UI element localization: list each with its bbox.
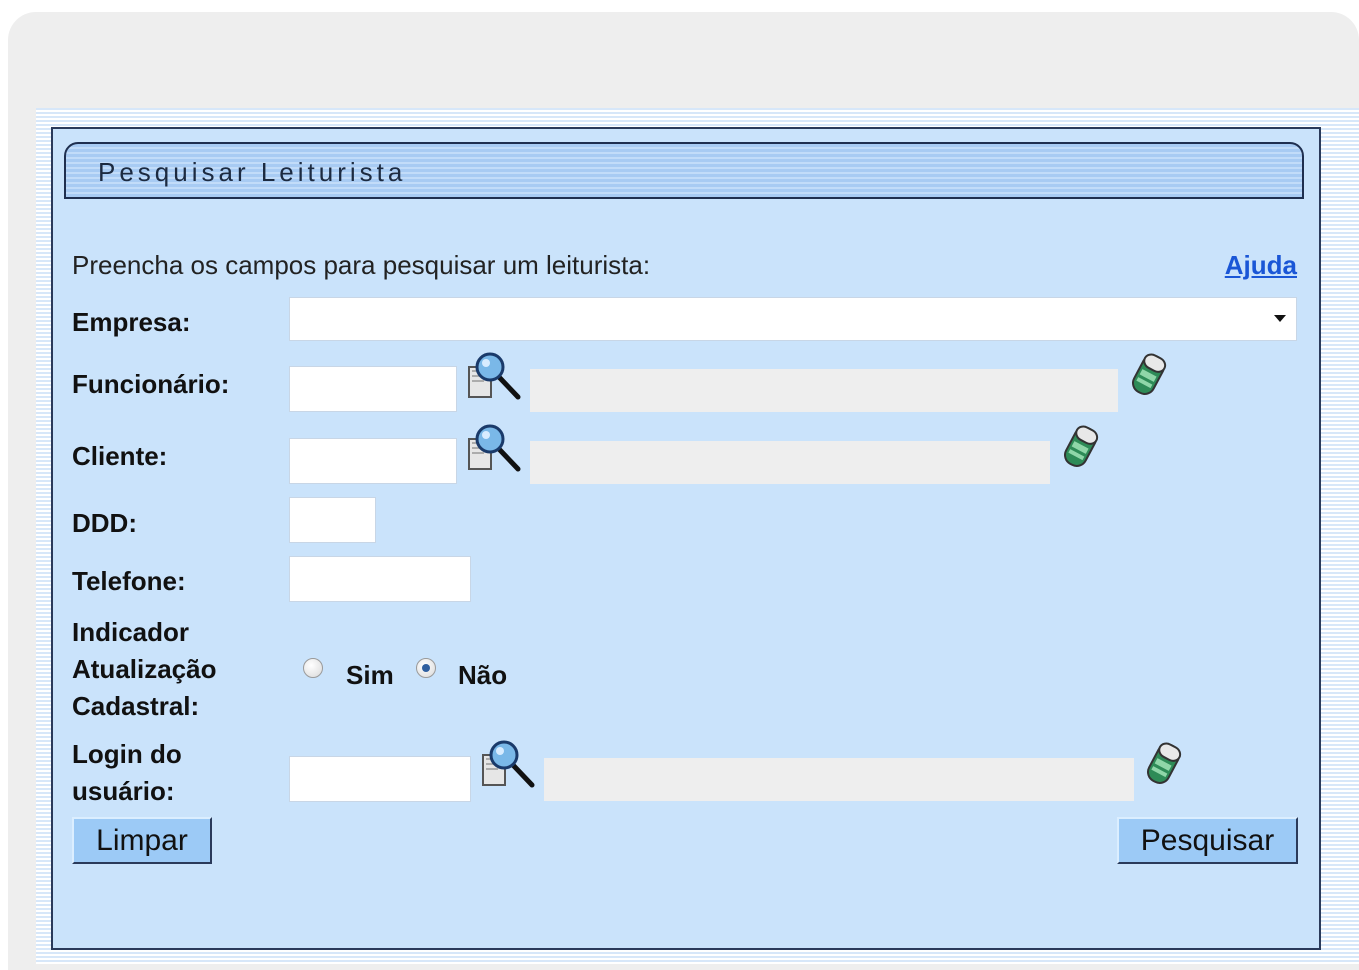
ddd-label: DDD: [72, 508, 137, 538]
form-title-bar: Pesquisar Leiturista [64, 142, 1304, 199]
radio-nao[interactable] [416, 658, 436, 678]
magnifier-search-icon[interactable] [480, 739, 538, 789]
instructions-text: Preencha os campos para pesquisar um lei… [72, 250, 651, 280]
chevron-down-icon [1274, 315, 1286, 322]
clear-button[interactable]: Limpar [72, 817, 212, 864]
radio-sim-label: Sim [346, 660, 394, 690]
login-description [544, 758, 1134, 801]
cliente-label: Cliente: [72, 441, 168, 471]
help-link[interactable]: Ajuda [1225, 250, 1297, 281]
eraser-icon[interactable] [1058, 423, 1104, 473]
funcionario-label: Funcionário: [72, 369, 230, 399]
empresa-label: Empresa: [72, 307, 191, 337]
cliente-code-input[interactable] [289, 438, 457, 484]
radio-nao-label: Não [458, 660, 508, 690]
indicador-label-line3: Cadastral: [72, 691, 200, 721]
eraser-icon[interactable] [1126, 351, 1172, 401]
login-label-line1: Login do [72, 739, 182, 769]
eraser-icon[interactable] [1141, 740, 1187, 790]
radio-sim[interactable] [303, 658, 323, 678]
empresa-select[interactable] [289, 297, 1297, 341]
indicador-label-line2: Atualização [72, 654, 217, 684]
telefone-label: Telefone: [72, 566, 186, 596]
page-title: Pesquisar Leiturista [98, 157, 407, 187]
cliente-description [530, 441, 1050, 484]
magnifier-search-icon[interactable] [466, 423, 524, 473]
ddd-input[interactable] [289, 497, 376, 543]
login-label-line2: usuário: [72, 776, 175, 806]
funcionario-code-input[interactable] [289, 366, 457, 412]
indicador-label-line1: Indicador [72, 617, 190, 647]
login-code-input[interactable] [289, 756, 471, 802]
magnifier-search-icon[interactable] [466, 351, 524, 401]
telefone-input[interactable] [289, 556, 471, 602]
search-button[interactable]: Pesquisar [1117, 817, 1298, 864]
funcionario-description [530, 369, 1118, 412]
